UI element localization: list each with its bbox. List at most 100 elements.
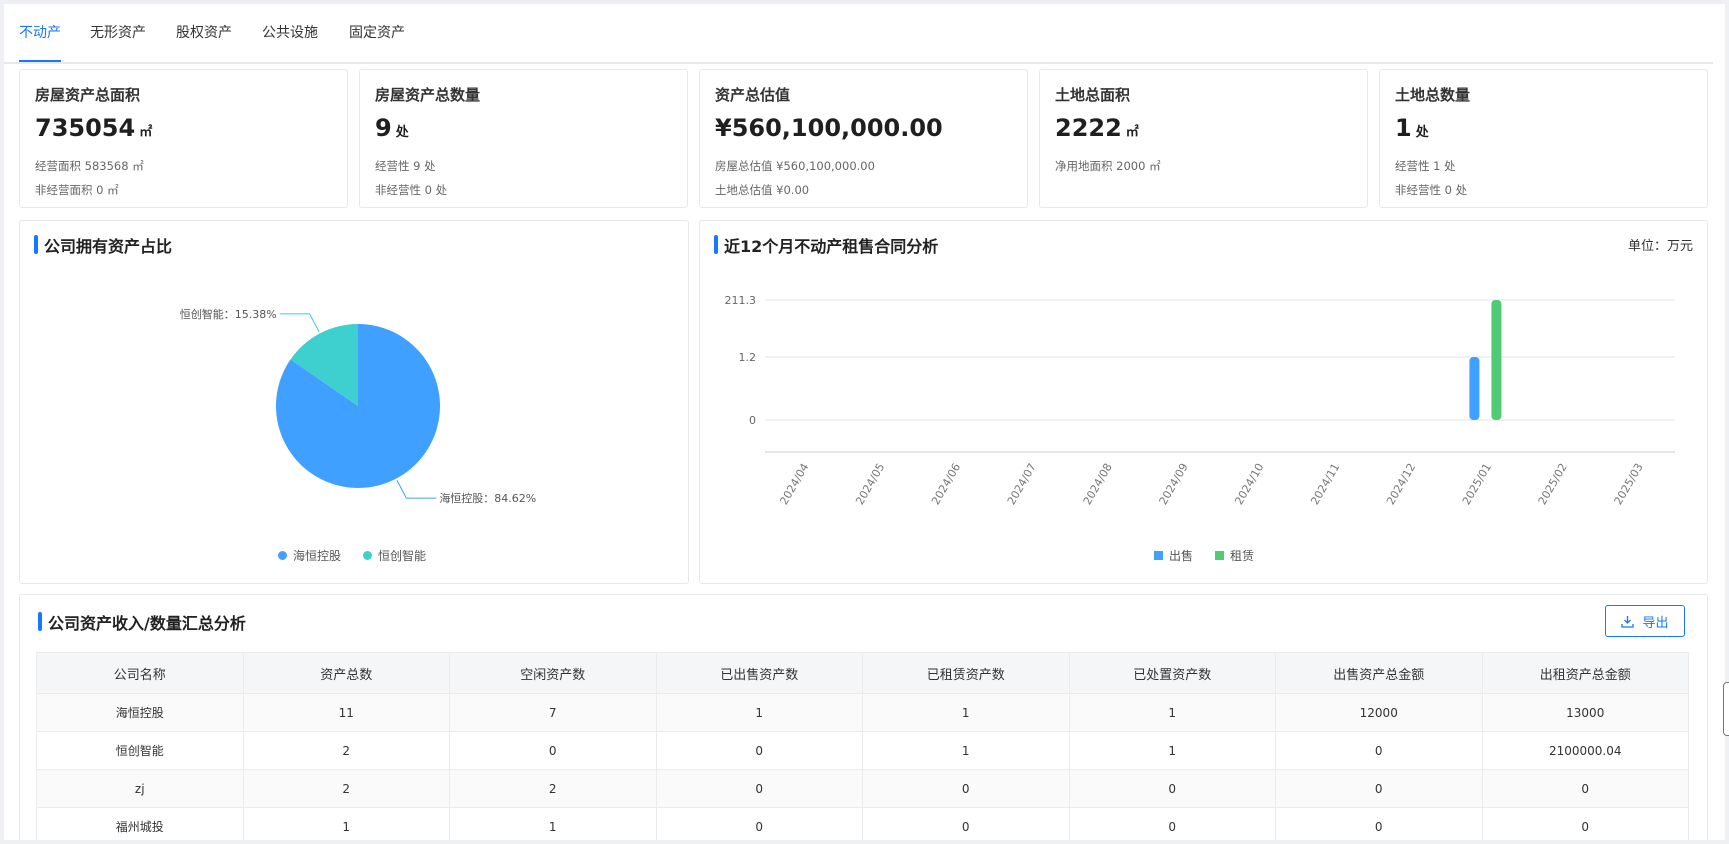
bar-legend: 出售 租赁 [1154, 547, 1254, 564]
tab-intangible[interactable]: 无形资产 [90, 22, 146, 60]
scrollbar-thumb[interactable] [1723, 682, 1729, 736]
y-tick-label: 211.3 [725, 294, 757, 307]
dashboard: 不动产 无形资产 股权资产 公共设施 固定资产 房屋资产总面积 735054 ㎡ … [4, 4, 1725, 840]
pie-label-line [279, 313, 320, 332]
asset-share-pie-chart: 海恒控股：84.62% 恒创智能：15.38% [180, 307, 537, 505]
pie-label-line [396, 480, 437, 499]
card-title: 房屋资产总数量 [375, 86, 481, 104]
stat-card-land-count: 土地总数量 1处 经营性 1 处 非经营性 0 处 [1379, 69, 1708, 208]
table-cell: 0 [1481, 769, 1689, 808]
table-cell: 0 [1068, 769, 1276, 808]
card-value-unit: ㎡ [139, 125, 153, 140]
column-header: 空闲资产数 [449, 652, 657, 694]
card-value-number: 1 [1395, 114, 1412, 142]
summary-table-panel: 公司资产收入/数量汇总分析 导出 公司名称 资产总数 空闲资产数 已出售资产数 已租赁资… [19, 594, 1708, 840]
table-cell: 1 [242, 807, 450, 840]
legend-marker [363, 551, 373, 560]
table-header-row: 公司名称 资产总数 空闲资产数 已出售资产数 已租赁资产数 已处置资产数 出售资产总金额 出租… [36, 652, 1689, 694]
column-header: 公司名称 [36, 652, 244, 694]
table-cell: 2 [449, 769, 657, 808]
card-value-number: 735054 [35, 114, 136, 142]
table-cell: 0 [449, 731, 657, 770]
card-sub-1: 经营面积 583568 ㎡ [35, 159, 144, 173]
table-row: 海恒控股 11 7 1 1 1 12000 13000 [36, 693, 1689, 732]
summary-table: 公司名称 资产总数 空闲资产数 已出售资产数 已租赁资产数 已处置资产数 出售资产总金额 出租… [36, 652, 1689, 840]
column-header: 已租赁资产数 [862, 652, 1070, 694]
asset-type-tabs: 不动产 无形资产 股权资产 公共设施 固定资产 [4, 4, 1713, 64]
legend-label: 恒创智能 [378, 549, 427, 563]
x-tick-label: 2025/03 [1612, 461, 1646, 507]
table-cell: 海恒控股 [36, 693, 244, 732]
stat-card-house-count: 房屋资产总数量 9处 经营性 9 处 非经营性 0 处 [359, 69, 688, 208]
column-header: 出租资产总金额 [1481, 652, 1689, 694]
tab-public-facility[interactable]: 公共设施 [262, 22, 318, 60]
table-cell: 0 [1068, 807, 1276, 840]
x-tick-label: 2024/11 [1308, 461, 1342, 507]
bar [1469, 357, 1480, 420]
table-cell: 2 [242, 731, 450, 770]
table-cell: 0 [1275, 807, 1483, 840]
legend-label: 海恒控股 [293, 549, 342, 563]
card-sub-1: 经营性 9 处 [375, 159, 436, 173]
column-header: 已出售资产数 [655, 652, 863, 694]
card-sub-2: 非经营性 0 处 [375, 183, 448, 197]
card-sub-2: 土地总估值 ¥0.00 [715, 183, 810, 197]
contract-bar-chart: 0 1.2 211.3 2024/04 2024/05 2024/06 2024/07 202… [725, 294, 1675, 507]
table-cell: 福州城投 [36, 807, 244, 840]
bar [1491, 300, 1502, 420]
stat-card-land-area: 土地总面积 2222 ㎡ 净用地面积 2000 ㎡ [1039, 69, 1368, 208]
table-cell: 1 [862, 693, 1070, 732]
card-value: ¥560,100,000.00 [715, 114, 947, 142]
table-cell: 1 [1068, 693, 1276, 732]
tab-fixed-asset[interactable]: 固定资产 [349, 22, 405, 60]
x-tick-label: 2024/05 [853, 461, 887, 507]
x-tick-label: 2025/02 [1536, 461, 1570, 507]
card-sub-1: 净用地面积 2000 ㎡ [1055, 159, 1161, 173]
x-tick-label: 2024/06 [929, 461, 963, 507]
asset-share-panel: 公司拥有资产占比 海恒控股：84.62% 恒创智能：15.38% 海恒控股 恒创智… [19, 220, 689, 584]
tab-real-estate[interactable]: 不动产 [19, 22, 61, 62]
table-cell: 12000 [1275, 693, 1483, 732]
table-cell: 0 [655, 731, 863, 770]
x-tick-label: 2024/09 [1157, 461, 1191, 507]
legend-item[interactable]: 出售 [1154, 547, 1193, 564]
card-sub-2: 非经营性 0 处 [1395, 183, 1468, 197]
table-row: zj 2 2 0 0 0 0 0 [36, 769, 1689, 808]
legend-item[interactable]: 海恒控股 [278, 547, 341, 564]
legend-item[interactable]: 恒创智能 [363, 547, 426, 564]
card-value: 1处 [1395, 114, 1429, 142]
table-cell: 0 [1481, 807, 1689, 840]
x-tick-label: 2024/10 [1232, 461, 1266, 507]
card-title: 资产总估值 [715, 86, 791, 104]
table-cell: 11 [242, 693, 450, 732]
table-body: 海恒控股 11 7 1 1 1 12000 13000 恒创智能 2 0 0 1 1 0 2100000.04… [36, 693, 1689, 840]
legend-item[interactable]: 租赁 [1215, 547, 1254, 564]
stat-card-house-area: 房屋资产总面积 735054 ㎡ 经营面积 583568 ㎡ 非经营面积 0 ㎡ [19, 69, 348, 208]
table-cell: 0 [655, 807, 863, 840]
table-cell: 2100000.04 [1481, 731, 1689, 770]
y-tick-label: 1.2 [739, 351, 757, 364]
card-title: 土地总面积 [1055, 86, 1131, 104]
card-sub-1: 房屋总估值 ¥560,100,000.00 [715, 159, 875, 173]
stat-card-total-valuation: 资产总估值 ¥560,100,000.00 房屋总估值 ¥560,100,000… [699, 69, 1028, 208]
table-cell: 13000 [1481, 693, 1689, 732]
export-button[interactable]: 导出 [1605, 605, 1685, 637]
export-label: 导出 [1642, 615, 1669, 631]
table-cell: 7 [449, 693, 657, 732]
pie-legend: 海恒控股 恒创智能 [278, 547, 426, 564]
table-cell: 1 [1068, 731, 1276, 770]
card-sub-2: 非经营面积 0 ㎡ [35, 183, 119, 197]
pie-slice-label: 恒创智能：15.38% [180, 307, 277, 321]
legend-label: 租赁 [1230, 549, 1255, 563]
table-cell: 0 [1275, 769, 1483, 808]
column-header: 出售资产总金额 [1275, 652, 1483, 694]
card-title: 房屋资产总面积 [35, 86, 141, 104]
x-tick-label: 2024/08 [1081, 461, 1115, 507]
card-value: 735054 ㎡ [35, 114, 152, 142]
tab-equity[interactable]: 股权资产 [176, 22, 232, 60]
column-header: 已处置资产数 [1068, 652, 1276, 694]
table-cell: 恒创智能 [36, 731, 244, 770]
table-cell: 0 [1275, 731, 1483, 770]
card-value-unit: 处 [1415, 125, 1429, 140]
column-header: 资产总数 [242, 652, 450, 694]
